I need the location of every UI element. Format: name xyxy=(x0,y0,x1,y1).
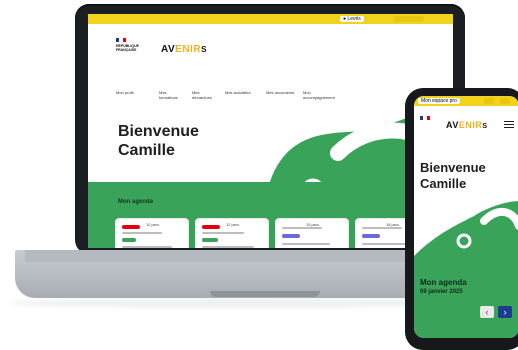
flag-icon xyxy=(420,116,430,120)
phone-decorative-shapes xyxy=(414,201,518,266)
phone-topbar-icon-1[interactable] xyxy=(484,98,494,104)
greeting-line-1: Bienvenue xyxy=(118,123,199,140)
phone-hero-greeting: Bienvenue Camille xyxy=(420,160,486,192)
agenda-card[interactable]: 12 janv. xyxy=(196,219,268,248)
nav-item-profil[interactable]: Mon profil xyxy=(116,90,152,100)
laptop-hinge xyxy=(25,250,445,262)
phone-greeting-line-2: Camille xyxy=(420,176,467,191)
nav-item-formations[interactable]: Mes formations xyxy=(159,90,185,100)
agenda-card[interactable]: 10 janv. xyxy=(116,219,188,248)
phone-screen: Mon espace pro AVENIRS Bienvenue Camille… xyxy=(414,96,518,338)
phone-agenda-section xyxy=(414,262,518,338)
greeting-line-2: Camille xyxy=(118,142,175,159)
laptop-notch xyxy=(210,291,320,297)
brand-logo: AVENIRS xyxy=(161,44,207,55)
agenda-card[interactable]: 15 janv. xyxy=(276,219,348,248)
phone-brand-logo: AVENIRS xyxy=(446,120,488,130)
carousel-next-button[interactable]: › xyxy=(498,306,512,318)
phone-menu-button[interactable]: Mon espace pro xyxy=(418,98,460,104)
republique-logo: RÉPUBLIQUE FRANÇAISE xyxy=(116,38,139,52)
phone-greeting-line-1: Bienvenue xyxy=(420,160,486,175)
phone-topbar-icon-2[interactable] xyxy=(500,98,510,104)
carousel-prev-button[interactable]: ‹ xyxy=(480,306,494,318)
topbar-button-3[interactable] xyxy=(408,16,424,22)
agenda-title: Mon agenda xyxy=(118,199,154,205)
laptop-shadow xyxy=(10,298,470,308)
phone-agenda-title: Mon agenda xyxy=(420,278,467,287)
laptop-screen: ● Levés RÉPUBLIQUE FRANÇAISE AVENIRS Mon… xyxy=(88,14,453,248)
phone-republique-logo xyxy=(420,116,430,120)
nav-item-demarches[interactable]: Mes démarches xyxy=(192,90,218,100)
topbar-button-1[interactable]: ● Levés xyxy=(340,16,364,22)
hero-greeting: Bienvenue Camille xyxy=(118,122,199,160)
flag-icon xyxy=(116,38,126,42)
phone-agenda-date: 09 janvier 2025 xyxy=(420,289,463,295)
hamburger-menu-icon[interactable] xyxy=(504,120,514,128)
